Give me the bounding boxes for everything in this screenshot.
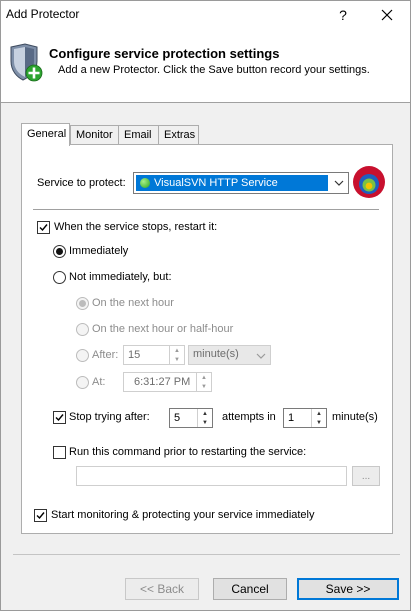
checkmark-icon <box>55 414 64 422</box>
close-icon <box>381 9 393 21</box>
tab-extras[interactable]: Extras <box>158 125 199 145</box>
minutes-stepper[interactable]: 1 ▲ ▼ <box>283 408 327 428</box>
start-monitoring-checkbox[interactable] <box>34 509 47 522</box>
shield-add-icon <box>10 43 43 82</box>
immediately-label: Immediately <box>69 245 129 257</box>
run-command-checkbox[interactable] <box>53 446 66 459</box>
after-radio[interactable] <box>76 349 89 362</box>
service-label: Service to protect: <box>37 177 126 189</box>
header-subtitle: Add a new Protector. Click the Save butt… <box>58 64 370 76</box>
separator-top <box>33 209 379 210</box>
visualsvn-logo-icon <box>353 166 385 198</box>
not-immediately-label: Not immediately, but: <box>69 271 172 283</box>
tab-monitor[interactable]: Monitor <box>70 125 119 145</box>
after-label: After: <box>92 349 119 361</box>
checkmark-icon <box>36 512 45 520</box>
service-selected-value: VisualSVN HTTP Service <box>136 175 328 191</box>
at-label: At: <box>92 376 106 388</box>
service-value-text: VisualSVN HTTP Service <box>154 177 278 189</box>
spin-down-icon[interactable]: ▼ <box>197 382 211 391</box>
back-button[interactable]: << Back <box>125 578 199 600</box>
running-status-icon <box>140 178 150 188</box>
window-title: Add Protector <box>6 7 80 21</box>
next-hour-radio[interactable] <box>76 297 89 310</box>
spin-down-icon[interactable]: ▼ <box>198 418 212 427</box>
title-bar: Add Protector ? <box>1 1 410 29</box>
after-unit-value: minute(s) <box>193 348 239 360</box>
next-half-hour-label: On the next hour or half-hour <box>92 323 234 335</box>
checkmark-icon <box>39 224 48 232</box>
cancel-button[interactable]: Cancel <box>213 578 287 600</box>
tab-general[interactable]: General <box>21 123 70 146</box>
after-unit-select[interactable]: minute(s) <box>188 345 271 365</box>
chevron-down-icon <box>333 177 345 189</box>
at-time-picker[interactable]: 6:31:27 PM ▲ ▼ <box>123 372 212 392</box>
minutes-label: minute(s) <box>332 411 378 423</box>
minutes-value: 1 <box>288 412 295 424</box>
spin-up-icon[interactable]: ▲ <box>198 409 212 418</box>
stop-trying-checkbox[interactable] <box>53 411 66 424</box>
next-half-hour-radio[interactable] <box>76 323 89 336</box>
header-title: Configure service protection settings <box>49 46 280 61</box>
restart-label: When the service stops, restart it: <box>54 221 218 233</box>
not-immediately-radio[interactable] <box>53 271 66 284</box>
spin-up-icon[interactable]: ▲ <box>197 373 211 382</box>
stop-trying-label: Stop trying after: <box>69 411 150 423</box>
after-value: 15 <box>128 349 141 361</box>
spin-up-icon[interactable]: ▲ <box>170 346 184 355</box>
browse-button[interactable]: ... <box>352 466 380 486</box>
at-radio[interactable] <box>76 376 89 389</box>
run-command-label: Run this command prior to restarting the… <box>69 446 307 458</box>
restart-checkbox[interactable] <box>37 221 50 234</box>
attempts-stepper[interactable]: 5 ▲ ▼ <box>169 408 213 428</box>
after-stepper[interactable]: 15 ▲ ▼ <box>123 345 185 365</box>
save-button[interactable]: Save >> <box>297 578 399 600</box>
spin-down-icon[interactable]: ▼ <box>312 418 326 427</box>
header-banner: Configure service protection settings Ad… <box>1 29 410 103</box>
close-button[interactable] <box>365 1 409 29</box>
separator-footer <box>13 554 400 555</box>
chevron-down-icon <box>256 350 266 362</box>
help-button[interactable]: ? <box>321 1 365 29</box>
spin-down-icon[interactable]: ▼ <box>170 355 184 364</box>
immediately-radio[interactable] <box>53 245 66 258</box>
at-time-value: 6:31:27 PM <box>134 376 191 388</box>
attempts-in-label: attempts in <box>222 411 276 423</box>
command-input[interactable] <box>76 466 347 486</box>
tab-email[interactable]: Email <box>118 125 159 145</box>
spin-up-icon[interactable]: ▲ <box>312 409 326 418</box>
start-monitoring-label: Start monitoring & protecting your servi… <box>51 509 315 521</box>
attempts-value: 5 <box>174 412 181 424</box>
service-select[interactable]: VisualSVN HTTP Service <box>133 172 349 194</box>
add-protector-dialog: Add Protector ? Configure service protec… <box>0 0 411 611</box>
next-hour-label: On the next hour <box>92 297 174 309</box>
